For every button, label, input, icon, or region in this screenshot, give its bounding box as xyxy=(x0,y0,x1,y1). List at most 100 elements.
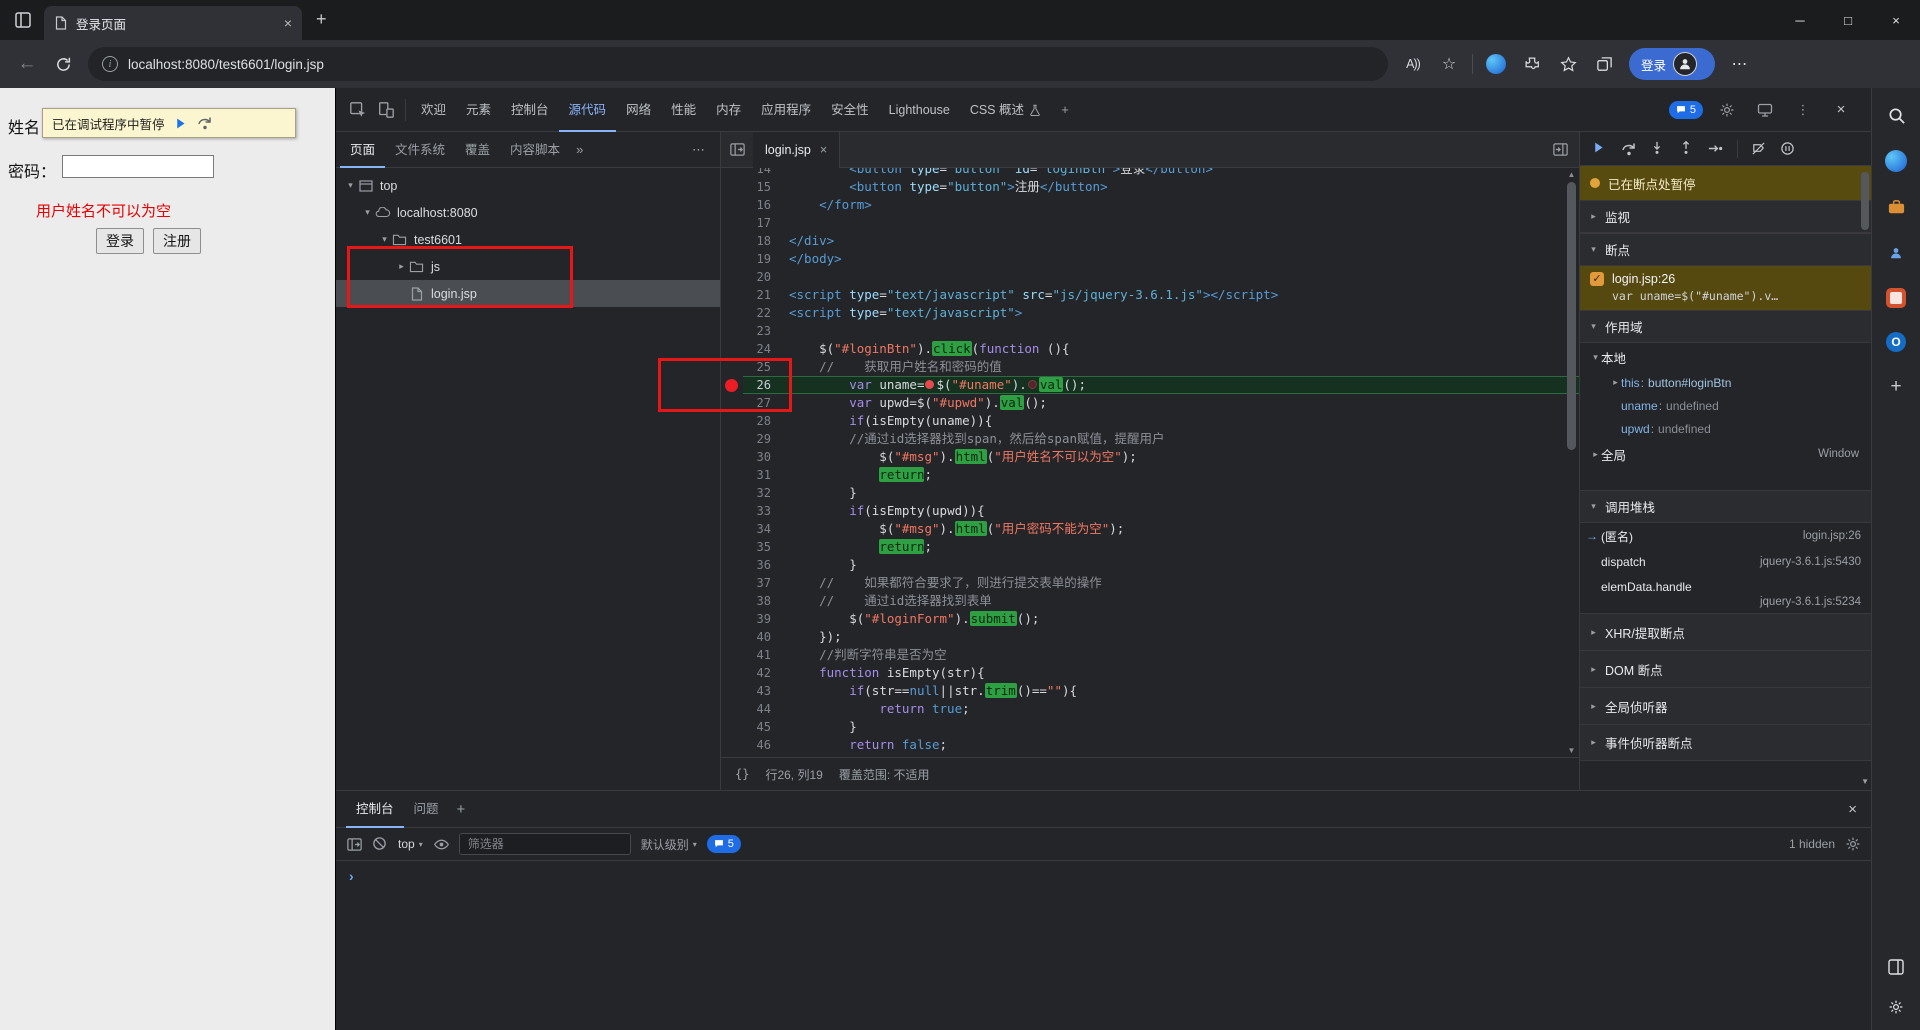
line-number[interactable]: 14 xyxy=(743,168,781,178)
window-close-button[interactable]: × xyxy=(1872,0,1920,40)
console-prompt[interactable]: › xyxy=(336,861,1871,891)
line-number[interactable]: 27 xyxy=(743,394,781,412)
breakpoint-gutter[interactable] xyxy=(721,646,743,664)
line-number[interactable]: 39 xyxy=(743,610,781,628)
code-line[interactable]: 31 return; xyxy=(721,466,1579,484)
hide-navigator-icon[interactable] xyxy=(721,141,753,158)
sidebar-search-icon[interactable] xyxy=(1885,104,1907,126)
code-text[interactable] xyxy=(781,322,1579,340)
code-line[interactable]: 28 if(isEmpty(uname)){ xyxy=(721,412,1579,430)
breakpoint-gutter[interactable] xyxy=(721,376,743,394)
code-line[interactable]: 38 // 通过id选择器找到表单 xyxy=(721,592,1579,610)
devtools-tab-内存[interactable]: 内存 xyxy=(706,88,751,132)
scroll-up-icon[interactable]: ▲ xyxy=(1565,170,1578,179)
code-line[interactable]: 41 //判断字符串是否为空 xyxy=(721,646,1579,664)
code-text[interactable]: function isEmpty(str){ xyxy=(781,664,1579,682)
breakpoint-gutter[interactable] xyxy=(721,268,743,286)
issues-badge[interactable]: 5 xyxy=(1669,101,1703,119)
code-line[interactable]: 19</body> xyxy=(721,250,1579,268)
breakpoint-gutter[interactable] xyxy=(721,358,743,376)
section-DOM 断点[interactable]: ▸DOM 断点 xyxy=(1580,650,1871,687)
code-line[interactable]: 20 xyxy=(721,268,1579,286)
line-number[interactable]: 24 xyxy=(743,340,781,358)
eye-icon[interactable] xyxy=(433,836,449,852)
scrollbar-thumb[interactable] xyxy=(1861,172,1869,230)
line-number[interactable]: 21 xyxy=(743,286,781,304)
code-line[interactable]: 40 }); xyxy=(721,628,1579,646)
code-text[interactable]: // 如果都符合要求了，则进行提交表单的操作 xyxy=(781,574,1579,592)
line-number[interactable]: 43 xyxy=(743,682,781,700)
office-icon[interactable] xyxy=(1886,288,1906,308)
breakpoint-checkbox[interactable]: ✓ xyxy=(1590,272,1604,286)
resume-icon[interactable] xyxy=(1592,141,1608,157)
code-text[interactable]: </form> xyxy=(781,196,1579,214)
code-text[interactable]: <button type="button">注册</button> xyxy=(781,178,1579,196)
code-text[interactable]: <script type="text/javascript" src="js/j… xyxy=(781,286,1579,304)
scroll-down-icon[interactable]: ▼ xyxy=(1861,777,1869,786)
navigator-tab-页面[interactable]: 页面 xyxy=(340,132,385,168)
breakpoint-gutter[interactable] xyxy=(721,340,743,358)
tree-item-js[interactable]: ▸js xyxy=(336,253,720,280)
breakpoint-gutter[interactable] xyxy=(721,556,743,574)
tree-item-localhost:8080[interactable]: ▾localhost:8080 xyxy=(336,199,720,226)
code-text[interactable]: if(isEmpty(uname)){ xyxy=(781,412,1579,430)
breakpoint-gutter[interactable] xyxy=(721,718,743,736)
line-number[interactable]: 23 xyxy=(743,322,781,340)
line-number[interactable]: 17 xyxy=(743,214,781,232)
line-number[interactable]: 40 xyxy=(743,628,781,646)
navigator-menu-icon[interactable]: ⋯ xyxy=(682,142,716,158)
code-text[interactable]: } xyxy=(781,484,1579,502)
tools-icon[interactable] xyxy=(1885,196,1907,218)
code-line[interactable]: 39 $("#loginForm").submit(); xyxy=(721,610,1579,628)
code-line[interactable]: 30 $("#msg").html("用户姓名不可以为空"); xyxy=(721,448,1579,466)
code-text[interactable]: if(isEmpty(upwd)){ xyxy=(781,502,1579,520)
tab-actions-icon[interactable] xyxy=(12,9,34,31)
navigator-tab-文件系统[interactable]: 文件系统 xyxy=(385,132,455,168)
refresh-icon[interactable] xyxy=(46,47,80,81)
tab-console[interactable]: 控制台 xyxy=(346,791,404,828)
breakpoint-gutter[interactable] xyxy=(721,610,743,628)
scope-entry-this[interactable]: ▸this:button#loginBtn xyxy=(1580,371,1871,394)
breakpoint-gutter[interactable] xyxy=(721,520,743,538)
breakpoint-gutter[interactable] xyxy=(721,664,743,682)
line-number[interactable]: 38 xyxy=(743,592,781,610)
step-out-icon[interactable] xyxy=(1679,141,1695,157)
breakpoint-gutter[interactable] xyxy=(721,736,743,754)
breakpoint-gutter[interactable] xyxy=(721,178,743,196)
scope-local-header[interactable]: ▾ 本地 xyxy=(1580,343,1871,371)
line-number[interactable]: 36 xyxy=(743,556,781,574)
editor-scrollbar[interactable]: ▲ ▼ xyxy=(1565,170,1578,755)
code-line[interactable]: 26 var uname=$("#uname").val(); xyxy=(721,376,1579,394)
tree-item-test6601[interactable]: ▾test6601 xyxy=(336,226,720,253)
line-number[interactable]: 33 xyxy=(743,502,781,520)
back-icon[interactable]: ← xyxy=(10,47,44,81)
code-line[interactable]: 18</div> xyxy=(721,232,1579,250)
breakpoint-gutter[interactable] xyxy=(721,682,743,700)
add-drawer-tab-icon[interactable]: + xyxy=(449,801,474,818)
breakpoint-gutter[interactable] xyxy=(721,538,743,556)
code-line[interactable]: 23 xyxy=(721,322,1579,340)
tab-issues[interactable]: 问题 xyxy=(404,791,449,828)
devtools-menu-icon[interactable]: ⋮ xyxy=(1789,96,1817,124)
line-number[interactable]: 46 xyxy=(743,736,781,754)
code-text[interactable]: $("#loginBtn").click(function (){ xyxy=(781,340,1579,358)
devtools-tab-Lighthouse[interactable]: Lighthouse xyxy=(879,88,960,132)
code-line[interactable]: 27 var upwd=$("#upwd").val(); xyxy=(721,394,1579,412)
code-line[interactable]: 17 xyxy=(721,214,1579,232)
outlook-icon[interactable]: O xyxy=(1886,332,1906,352)
resume-script-icon[interactable] xyxy=(174,117,188,130)
breakpoint-gutter[interactable] xyxy=(721,700,743,718)
callstack-frame[interactable]: dispatchjquery-3.6.1.js:5430 xyxy=(1580,549,1871,575)
section-事件侦听器断点[interactable]: ▸事件侦听器断点 xyxy=(1580,724,1871,761)
register-button[interactable]: 注册 xyxy=(153,228,201,254)
new-tab-button[interactable]: + xyxy=(316,9,327,30)
code-text[interactable]: </div> xyxy=(781,232,1579,250)
code-line[interactable]: 42 function isEmpty(str){ xyxy=(721,664,1579,682)
breakpoint-gutter[interactable] xyxy=(721,502,743,520)
line-number[interactable]: 26 xyxy=(743,376,781,394)
callstack-frame[interactable]: →(匿名)login.jsp:26 xyxy=(1580,523,1871,549)
line-number[interactable]: 34 xyxy=(743,520,781,538)
breakpoint-gutter[interactable] xyxy=(721,250,743,268)
breakpoint-gutter[interactable] xyxy=(721,574,743,592)
devtools-close-icon[interactable]: × xyxy=(1827,96,1855,124)
